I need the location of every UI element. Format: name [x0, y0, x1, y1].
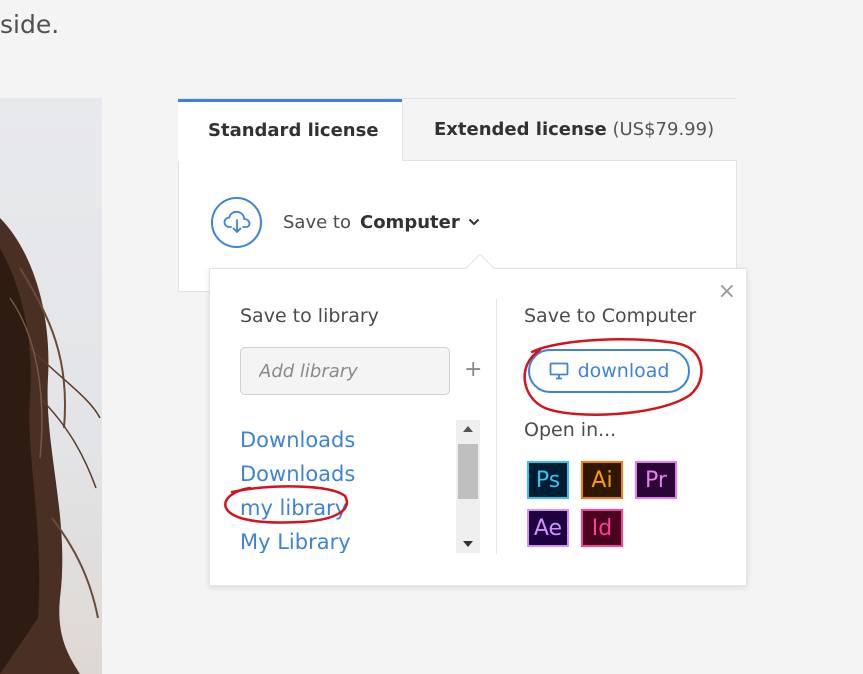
model-photo	[0, 98, 102, 674]
photoshop-icon[interactable]: Ps	[527, 461, 569, 499]
library-scrollbar[interactable]	[456, 420, 480, 553]
premiere-icon[interactable]: Pr	[635, 461, 677, 499]
column-divider	[496, 299, 497, 554]
indesign-icon[interactable]: Id	[581, 509, 623, 547]
save-to-label: Save to	[283, 211, 351, 233]
save-options-popover: × Save to library + Downloads Downloads …	[209, 268, 747, 586]
download-label: download	[577, 360, 670, 382]
save-to-value: Computer	[359, 211, 460, 233]
cloud-download-icon	[211, 196, 262, 248]
extended-license-label: Extended license	[434, 119, 607, 140]
scroll-thumb[interactable]	[458, 444, 478, 499]
library-item-downloads-2[interactable]: Downloads	[240, 457, 456, 491]
scroll-up-arrow-icon[interactable]	[456, 420, 480, 438]
tab-extended-license[interactable]: Extended license (US$79.99)	[402, 99, 737, 161]
chevron-down-icon	[468, 218, 480, 226]
tab-standard-license[interactable]: Standard license	[178, 99, 402, 161]
save-to-library-title: Save to library	[240, 305, 379, 327]
close-icon[interactable]: ×	[718, 281, 736, 303]
license-panel: Standard license Extended license (US$79…	[178, 98, 737, 292]
intro-text: side.	[0, 10, 60, 39]
library-list: Downloads Downloads my library My Librar…	[240, 423, 456, 553]
illustrator-icon[interactable]: Ai	[581, 461, 623, 499]
extended-license-price: (US$79.99)	[612, 119, 715, 140]
library-item-downloads[interactable]: Downloads	[240, 423, 456, 457]
download-button[interactable]: download	[528, 349, 690, 393]
add-library-plus-icon[interactable]: +	[464, 359, 482, 381]
library-item-my-library-2[interactable]: My Library	[240, 525, 456, 553]
save-to-dropdown[interactable]: Save to Computer	[211, 195, 480, 249]
add-library-input[interactable]	[240, 347, 450, 395]
after-effects-icon[interactable]: Ae	[527, 509, 569, 547]
open-in-label: Open in...	[524, 419, 617, 441]
monitor-icon	[549, 362, 569, 380]
popover-arrow	[462, 251, 498, 269]
save-to-computer-title: Save to Computer	[524, 305, 697, 327]
hair-illustration	[0, 218, 101, 674]
scroll-down-arrow-icon[interactable]	[456, 535, 480, 553]
library-item-my-library[interactable]: my library	[240, 491, 456, 525]
